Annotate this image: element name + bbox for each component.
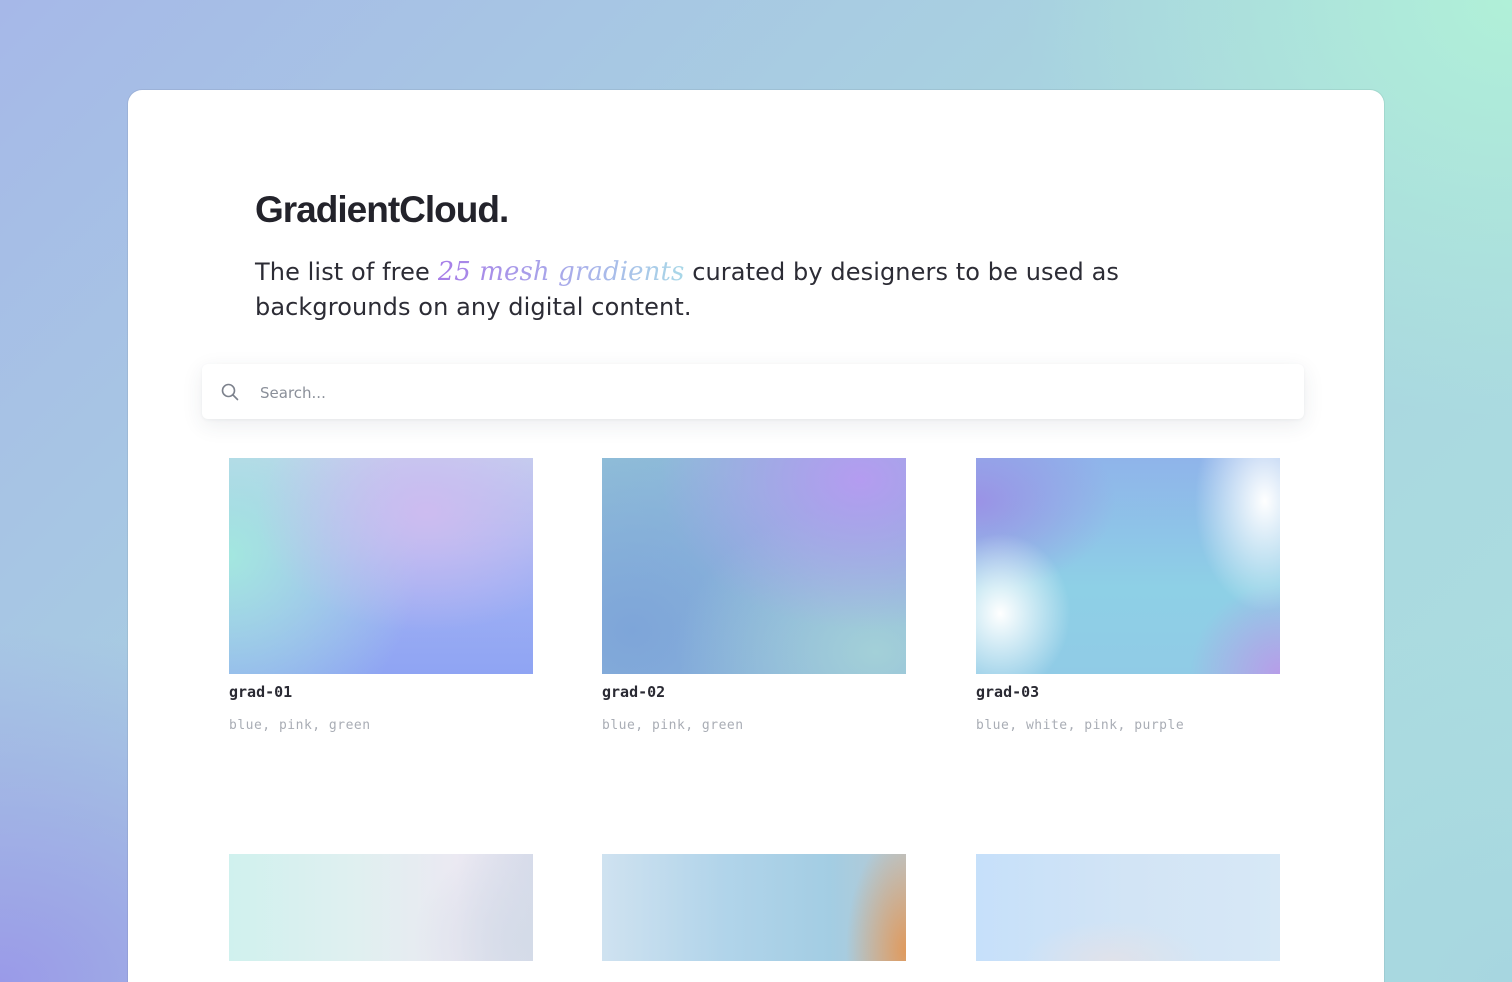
search-icon [221,383,239,401]
gradient-name: grad-02 [602,683,666,701]
gradient-thumbnail[interactable] [229,458,533,674]
gradient-tags: blue, white, pink, purple [976,718,1185,733]
gradient-thumbnail[interactable] [976,854,1280,961]
page-intro: The list of free 25 mesh gradients curat… [255,255,1265,325]
page-background: { "header": { "title": "GradientCloud.",… [0,0,1512,982]
gradient-name: grad-03 [976,683,1040,701]
gradient-name: grad-01 [229,683,293,701]
gradient-card[interactable]: grad-02 blue, pink, green [602,458,906,735]
search-input[interactable] [258,364,1282,421]
gradient-thumbnail[interactable] [229,854,533,961]
intro-highlight: 25 mesh gradients [437,257,685,287]
gradient-thumbnail[interactable] [602,458,906,674]
gradient-card[interactable] [602,854,906,961]
app-window: GradientCloud. The list of free 25 mesh … [128,90,1384,982]
gradient-tags: blue, pink, green [602,718,744,733]
gradient-card[interactable]: grad-03 blue, white, pink, purple [976,458,1280,735]
gradient-thumbnail[interactable] [976,458,1280,674]
gradient-card[interactable] [976,854,1280,961]
page-title: GradientCloud. [255,189,509,230]
search-bar[interactable] [202,364,1304,421]
intro-text-start: The list of free [255,258,430,286]
gradient-tags: blue, pink, green [229,718,371,733]
gradient-card[interactable]: grad-01 blue, pink, green [229,458,533,735]
gradient-card[interactable] [229,854,533,961]
gradient-thumbnail[interactable] [602,854,906,961]
